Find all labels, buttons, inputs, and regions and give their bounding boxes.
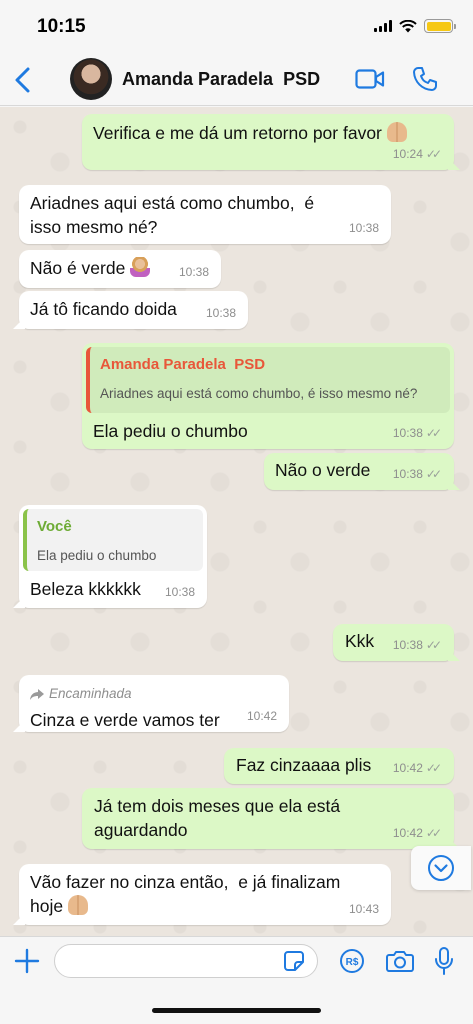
message-text: Cinza e verde vamos ter	[30, 710, 220, 730]
sticker-icon[interactable]	[283, 950, 305, 972]
incoming-message[interactable]: Vão fazer no cinza então, e já finalizam…	[19, 864, 391, 925]
message-meta: 10:38 ✓✓	[393, 462, 442, 486]
message-time: 10:43	[348, 902, 379, 916]
outgoing-message[interactable]: Não o verde 10:38 ✓✓	[264, 453, 454, 490]
message-text: Verifica e me dá um retorno por favor	[93, 123, 382, 143]
read-ticks-icon: ✓✓	[425, 638, 442, 652]
message-time: 10:42	[392, 826, 423, 840]
chat-header: Amanda Paradela PSD	[0, 52, 473, 106]
quoted-message[interactable]: Você Ela pediu o chumbo	[23, 509, 203, 571]
message-meta: 10:42 ✓✓	[393, 756, 442, 780]
outgoing-message[interactable]: Faz cinzaaaa plis 10:42 ✓✓	[224, 748, 454, 784]
message-meta: 10:38	[206, 301, 236, 325]
incoming-message[interactable]: Ariadnes aqui está como chumbo, é isso m…	[19, 185, 391, 244]
back-chevron-icon[interactable]	[12, 66, 34, 94]
outgoing-message[interactable]: Kkk 10:38 ✓✓	[333, 624, 454, 661]
contact-name[interactable]: Amanda Paradela PSD	[122, 69, 320, 90]
message-meta: 10:38	[349, 216, 379, 240]
payment-icon[interactable]: R$	[339, 948, 365, 974]
message-time: 10:24	[392, 147, 423, 161]
chat-messages[interactable]: Verifica e me dá um retorno por favor 10…	[0, 107, 473, 936]
scroll-to-bottom-button[interactable]	[411, 846, 471, 890]
message-time: 10:38	[392, 638, 423, 652]
outgoing-message[interactable]: Já tem dois meses que ela está aguardand…	[82, 788, 454, 849]
quoted-text: Ariadnes aqui está como chumbo, é isso m…	[100, 386, 418, 401]
message-time: 10:38	[178, 265, 209, 279]
message-text: Já tô ficando doida	[30, 299, 177, 319]
incoming-message[interactable]: Não é verde 10:38	[19, 250, 221, 288]
forwarded-label: Encaminhada	[30, 682, 277, 706]
quoted-author: Você	[37, 518, 72, 535]
message-text: Ela pediu o chumbo	[93, 421, 248, 441]
message-meta: 10:38	[179, 260, 209, 284]
outgoing-message[interactable]: Verifica e me dá um retorno por favor 10…	[82, 114, 454, 170]
incoming-forwarded-message[interactable]: Encaminhada Cinza e verde vamos ter 10:4…	[19, 675, 289, 732]
status-bar: 10:15	[0, 0, 473, 52]
video-call-icon[interactable]	[355, 68, 385, 90]
message-text: Beleza kkkkkk	[30, 579, 141, 599]
quoted-message[interactable]: Amanda Paradela PSD Ariadnes aqui está c…	[86, 347, 450, 413]
message-time: 10:42	[246, 709, 277, 723]
message-time: 10:38	[392, 467, 423, 481]
message-meta: 10:38 ✓✓	[393, 421, 442, 445]
message-time: 10:38	[205, 306, 236, 320]
message-meta: 10:38 ✓✓	[393, 633, 442, 657]
message-time: 10:38	[392, 426, 423, 440]
wifi-icon	[399, 19, 417, 32]
read-ticks-icon: ✓✓	[425, 761, 442, 775]
message-time: 10:42	[392, 761, 423, 775]
message-input[interactable]	[54, 944, 318, 978]
camera-icon[interactable]	[386, 949, 414, 973]
read-ticks-icon: ✓✓	[425, 426, 442, 440]
phone-call-icon[interactable]	[412, 66, 438, 92]
message-time: 10:38	[348, 221, 379, 235]
message-meta: 10:43	[349, 897, 379, 921]
incoming-message[interactable]: Já tô ficando doida 10:38	[19, 291, 248, 329]
read-ticks-icon: ✓✓	[425, 467, 442, 481]
quoted-author: Amanda Paradela PSD	[100, 356, 266, 373]
forwarded-text: Encaminhada	[49, 686, 132, 701]
read-ticks-icon: ✓✓	[425, 826, 442, 840]
message-text: Não é verde	[30, 258, 126, 278]
home-indicator	[152, 1008, 321, 1013]
message-text: Já tem dois meses que ela está aguardand…	[94, 796, 345, 840]
outgoing-reply-message[interactable]: Amanda Paradela PSD Ariadnes aqui está c…	[82, 343, 454, 449]
message-meta: 10:24 ✓✓	[393, 142, 442, 166]
person-facepalming-emoji-icon	[130, 257, 151, 277]
status-time: 10:15	[37, 16, 86, 37]
chevron-down-circle-icon	[428, 855, 454, 881]
folded-hands-emoji-icon	[386, 122, 407, 142]
message-text: Kkk	[345, 631, 375, 651]
message-meta: 10:38	[165, 580, 195, 604]
status-icons	[374, 19, 456, 33]
message-meta: 10:42 ✓✓	[393, 821, 442, 845]
contact-avatar[interactable]	[70, 58, 112, 100]
read-ticks-icon: ✓✓	[425, 147, 442, 161]
forward-arrow-icon	[30, 688, 44, 700]
svg-text:R$: R$	[346, 957, 359, 968]
folded-hands-emoji-icon	[67, 895, 88, 915]
microphone-icon[interactable]	[433, 946, 455, 976]
message-text: Faz cinzaaaa plis	[236, 755, 372, 775]
plus-icon[interactable]	[14, 948, 40, 974]
message-text: Não o verde	[275, 460, 371, 480]
cellular-signal-icon	[374, 20, 392, 32]
battery-icon	[424, 19, 456, 33]
message-text: Ariadnes aqui está como chumbo, é isso m…	[30, 193, 319, 237]
message-time: 10:38	[164, 585, 195, 599]
message-meta: 10:42	[247, 704, 277, 728]
quoted-text: Ela pediu o chumbo	[37, 548, 157, 563]
incoming-reply-message[interactable]: Você Ela pediu o chumbo Beleza kkkkkk 10…	[19, 505, 207, 608]
